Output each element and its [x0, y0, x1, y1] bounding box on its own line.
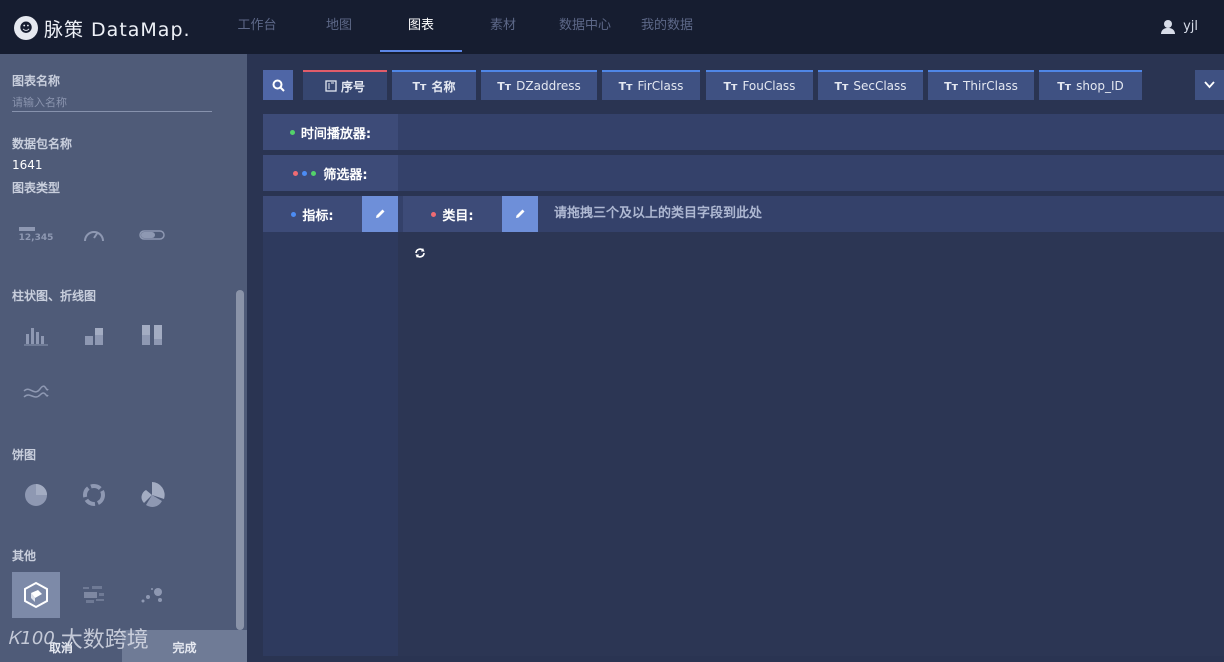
edit-metric-button[interactable] — [362, 196, 398, 232]
metric-list-area — [263, 232, 398, 656]
search-icon — [272, 79, 285, 92]
chart-name-input[interactable] — [12, 94, 212, 112]
field-chip-shop-id[interactable]: Tт shop_ID — [1039, 70, 1142, 100]
nav-item-my-data[interactable]: 我的数据 — [626, 0, 708, 52]
metric-category-row: 指标: 类目: 请拖拽三个及以上的类目字段到此处 — [263, 196, 1224, 232]
field-chip-label: 名称 — [431, 79, 456, 94]
text-type-icon: Tт — [1057, 79, 1072, 93]
metric-text: 指标: — [302, 208, 334, 224]
group-label-pie: 饼图 — [12, 448, 37, 462]
nav-item-data-center[interactable]: 数据中心 — [544, 0, 626, 52]
package-name-label: 数据包名称 — [12, 137, 73, 151]
brand-mark-icon: ☻ — [14, 16, 38, 40]
field-chip-firclass[interactable]: Tт FirClass — [602, 70, 700, 100]
text-type-icon: Tт — [723, 79, 738, 93]
pencil-icon — [376, 209, 385, 218]
top-nav-bar: ☻ 脉策 DataMap. 工作台 地图 图表 素材 数据中心 我的数据 yjl — [0, 0, 1224, 54]
chart-type-label: 图表类型 — [12, 181, 61, 195]
status-dot — [291, 211, 297, 217]
field-chip-secclass[interactable]: Tт SecClass — [818, 70, 923, 100]
time-player-dropzone[interactable]: 时间播放器: — [263, 114, 1224, 150]
progress-bar-chart-icon[interactable] — [128, 212, 176, 258]
index-field-icon — [325, 80, 337, 92]
3d-chart-icon[interactable] — [12, 572, 60, 618]
bubble-chart-icon[interactable] — [128, 572, 176, 618]
group-label-other: 其他 — [12, 549, 37, 563]
word-cloud-icon[interactable] — [70, 572, 118, 618]
field-chip-label: ThirClass — [963, 79, 1018, 93]
nav-item-workbench[interactable]: 工作台 — [216, 0, 298, 52]
expand-fields-button[interactable] — [1195, 70, 1224, 100]
nav-item-assets[interactable]: 素材 — [462, 0, 544, 52]
kpi-sample-number: 12,345 — [18, 233, 54, 243]
status-dot — [431, 211, 437, 217]
chart-editor: 序号 Tт 名称 Tт DZaddress Tт FirClass Tт Fou… — [263, 70, 1224, 656]
cancel-button[interactable]: 取消 — [0, 630, 122, 662]
field-chip-label: shop_ID — [1076, 79, 1124, 93]
category-text: 类目: — [442, 208, 474, 224]
user-menu[interactable]: yjl — [1161, 19, 1198, 34]
field-chip-label: SecClass — [853, 79, 907, 93]
done-button[interactable]: 完成 — [122, 630, 247, 662]
text-type-icon: Tт — [412, 79, 427, 93]
field-chip-dzaddress[interactable]: Tт DZaddress — [481, 70, 597, 100]
category-drop-hint: 请拖拽三个及以上的类目字段到此处 — [554, 206, 763, 221]
field-chip-index[interactable]: 序号 — [303, 70, 387, 100]
panel-scrollbar[interactable] — [236, 290, 244, 630]
time-player-text: 时间播放器: — [300, 126, 372, 142]
package-name-value: 1641 — [12, 158, 43, 172]
status-dot — [289, 129, 295, 135]
chart-canvas — [398, 232, 1224, 656]
text-type-icon: Tт — [834, 79, 849, 93]
text-type-icon: Tт — [618, 79, 633, 93]
field-chip-fouclass[interactable]: Tт FouClass — [706, 70, 813, 100]
filter-label: 筛选器: — [263, 155, 398, 191]
time-player-label: 时间播放器: — [263, 114, 398, 150]
field-chip-name[interactable]: Tт 名称 — [392, 70, 476, 100]
edit-category-button[interactable] — [502, 196, 538, 232]
user-icon — [1161, 19, 1176, 34]
filter-dropzone[interactable]: 筛选器: — [263, 155, 1224, 191]
field-chip-thirclass[interactable]: Tт ThirClass — [928, 70, 1034, 100]
kpi-number-chart-icon[interactable]: 12,345 — [12, 212, 60, 258]
line-chart-icon[interactable] — [12, 370, 60, 416]
field-chip-label: DZaddress — [516, 79, 581, 93]
donut-chart-icon[interactable] — [70, 472, 118, 518]
refresh-icon[interactable] — [413, 246, 427, 260]
filter-text: 筛选器: — [323, 167, 368, 183]
nav-item-map[interactable]: 地图 — [298, 0, 380, 52]
stacked-column-chart-icon[interactable] — [70, 312, 118, 358]
brand-name: 脉策 DataMap. — [44, 18, 191, 41]
field-chip-label: 序号 — [340, 79, 365, 94]
gauge-chart-icon[interactable] — [70, 212, 118, 258]
chart-settings-panel: 图表名称 数据包名称 1641 图表类型 12,345 柱状图、折线图 饼图 其… — [0, 54, 247, 662]
field-chip-label: FouClass — [742, 79, 796, 93]
category-dropzone[interactable]: 类目: — [403, 196, 502, 232]
metric-dropzone[interactable]: 指标: — [263, 196, 362, 232]
user-name: yjl — [1183, 19, 1198, 34]
pie-chart-icon[interactable] — [12, 472, 60, 518]
text-type-icon: Tт — [944, 79, 959, 93]
chart-name-label: 图表名称 — [12, 74, 61, 88]
filter-dots — [293, 170, 320, 176]
field-search-button[interactable] — [263, 70, 293, 100]
nav-item-charts[interactable]: 图表 — [380, 0, 462, 52]
pencil-icon — [516, 209, 525, 218]
brand-logo[interactable]: ☻ 脉策 DataMap. — [14, 14, 191, 42]
field-chip-label: FirClass — [637, 79, 684, 93]
text-type-icon: Tт — [497, 79, 512, 93]
group-label-bar-line: 柱状图、折线图 — [12, 289, 97, 303]
column-chart-icon[interactable] — [12, 312, 60, 358]
rose-chart-icon[interactable] — [128, 472, 176, 518]
main-nav: 工作台 地图 图表 素材 数据中心 我的数据 — [216, 0, 708, 54]
chevron-down-icon — [1204, 81, 1215, 89]
percent-stacked-chart-icon[interactable] — [128, 312, 176, 358]
